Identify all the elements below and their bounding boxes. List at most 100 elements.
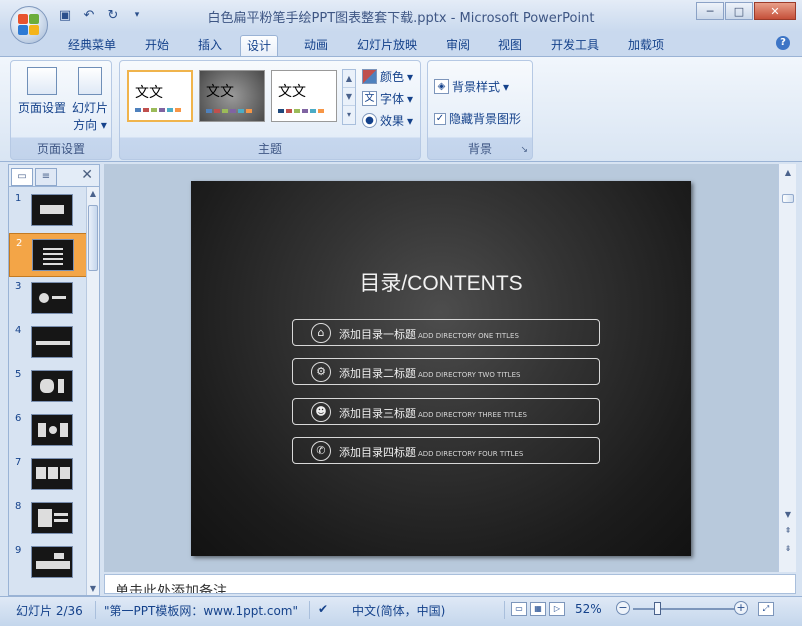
notes-pane[interactable]: 单击此处添加备注: [104, 574, 796, 594]
dialog-launcher-icon[interactable]: ↘: [520, 145, 528, 155]
fit-to-window-icon[interactable]: ⤢: [758, 602, 774, 616]
background-group: ◈ 背景样式 ▾ ✓ 隐藏背景图形 背景 ↘: [427, 60, 533, 160]
scroll-down-icon[interactable]: ▼: [87, 584, 99, 593]
slide-thumb-7[interactable]: 7: [9, 453, 87, 497]
thumbnail-scrollbar[interactable]: ▲ ▼: [86, 187, 99, 595]
theme-thumb-2-text: 文文: [206, 84, 234, 100]
gallery-up-icon[interactable]: ▲: [343, 70, 355, 88]
current-slide[interactable]: 目录/CONTENTS ⌂ 添加目录一标题 ADD DIRECTORY ONE T…: [191, 181, 691, 556]
tab-view[interactable]: 视图: [492, 35, 528, 57]
slides-tab-icon[interactable]: ▭: [11, 168, 33, 186]
gears-icon: ⚙: [311, 362, 331, 382]
tab-addins[interactable]: 加载项: [622, 35, 670, 57]
home-icon: ⌂: [311, 323, 331, 343]
zoom-slider[interactable]: [633, 608, 737, 610]
scroll-up-icon[interactable]: ▲: [779, 168, 797, 177]
directory-item-1[interactable]: ⌂ 添加目录一标题 ADD DIRECTORY ONE TITLES: [292, 319, 600, 346]
tab-slideshow[interactable]: 幻灯片放映: [351, 35, 423, 57]
slide-thumb-8[interactable]: 8: [9, 497, 87, 541]
zoom-level[interactable]: 52%: [575, 602, 602, 616]
tab-review[interactable]: 审阅: [440, 35, 476, 57]
help-icon[interactable]: ?: [776, 36, 790, 50]
tab-classic-menu[interactable]: 经典菜单: [62, 35, 122, 57]
scroll-up-icon[interactable]: ▲: [87, 189, 99, 198]
undo-icon[interactable]: ↶: [80, 6, 98, 24]
slide-sorter-view-icon[interactable]: ▦: [530, 602, 546, 616]
page-setup-group: 页面设置 幻灯片 方向 ▾ 页面设置: [10, 60, 112, 160]
slide-thumb-6[interactable]: 6: [9, 409, 87, 453]
scroll-thumb[interactable]: [782, 194, 794, 203]
directory-subtitle: ADD DIRECTORY TWO TITLES: [418, 371, 521, 379]
slide-thumb-5[interactable]: 5: [9, 365, 87, 409]
theme-gallery-scroll: ▲ ▼ ▾: [342, 69, 356, 125]
quick-access-toolbar: ▣ ↶ ↻ ▾: [56, 6, 146, 24]
theme-fonts-label: 字体: [380, 92, 405, 106]
slide-number: 1: [15, 193, 22, 204]
slide-orientation-label: 幻灯片: [71, 101, 108, 115]
tab-developer[interactable]: 开发工具: [545, 35, 605, 57]
slideshow-view-icon[interactable]: ▷: [549, 602, 565, 616]
slide-editing-area: 目录/CONTENTS ⌂ 添加目录一标题 ADD DIRECTORY ONE T…: [104, 164, 778, 572]
themes-group-label: 主题: [257, 142, 282, 156]
scroll-thumb[interactable]: [88, 205, 98, 271]
directory-item-2[interactable]: ⚙ 添加目录二标题 ADD DIRECTORY TWO TITLES: [292, 358, 600, 385]
directory-item-4[interactable]: ✆ 添加目录四标题 ADD DIRECTORY FOUR TITLES: [292, 437, 600, 464]
hide-background-graphics-label: 隐藏背景图形: [449, 112, 522, 126]
themes-group: 文文 文文 文文 ▲ ▼ ▾ 颜色 ▾ 文 字体 ▾ ● 效果 ▾ 主题: [119, 60, 421, 160]
close-panel-icon[interactable]: ✕: [81, 167, 93, 183]
theme-colors-button[interactable]: 颜色 ▾: [362, 68, 413, 85]
theme-thumb-1[interactable]: 文文: [127, 70, 193, 122]
slide-orientation-label-2: 方向: [73, 118, 98, 132]
minimize-button[interactable]: ─: [696, 2, 724, 20]
redo-icon[interactable]: ↻: [104, 6, 122, 24]
directory-title: 添加目录三标题: [339, 407, 416, 420]
directory-subtitle: ADD DIRECTORY FOUR TITLES: [418, 450, 524, 458]
theme-name: "第一PPT模板网：www.1ppt.com": [104, 604, 299, 618]
notes-placeholder: 单击此处添加备注: [115, 584, 227, 594]
directory-item-3[interactable]: ☻ 添加目录三标题 ADD DIRECTORY THREE TITLES: [292, 398, 600, 425]
slide-thumb-9[interactable]: 9: [9, 541, 87, 585]
language-indicator[interactable]: 中文(简体，中国): [352, 602, 445, 619]
theme-effects-button[interactable]: ● 效果 ▾: [362, 112, 413, 129]
slide-thumb-1[interactable]: 1: [9, 189, 87, 233]
slide-thumb-2[interactable]: 2: [9, 233, 87, 277]
zoom-in-icon[interactable]: +: [734, 601, 748, 615]
previous-slide-icon[interactable]: ⇞: [779, 526, 797, 535]
zoom-out-icon[interactable]: −: [616, 601, 630, 615]
scroll-down-icon[interactable]: ▼: [779, 510, 797, 519]
save-icon[interactable]: ▣: [56, 6, 74, 24]
maximize-button[interactable]: □: [725, 2, 753, 20]
gallery-down-icon[interactable]: ▼: [343, 88, 355, 106]
slide-title[interactable]: 目录/CONTENTS: [191, 267, 691, 297]
normal-view-icon[interactable]: ▭: [511, 602, 527, 616]
slide-number: 8: [15, 501, 22, 512]
directory-subtitle: ADD DIRECTORY THREE TITLES: [418, 411, 527, 419]
background-styles-button[interactable]: ◈ 背景样式 ▾: [434, 78, 509, 95]
slide-thumbnail-panel: ▭ ≡ ✕ 1 2 3 4 5 6 7 8 9 ▲ ▼: [8, 164, 100, 596]
spellcheck-icon[interactable]: ✔: [318, 602, 328, 616]
slide-scrollbar[interactable]: ▲ ▼ ⇞ ⇟: [778, 164, 796, 572]
page-setup-label: 页面设置: [17, 101, 66, 115]
theme-thumb-3[interactable]: 文文: [271, 70, 337, 122]
slide-thumb-4[interactable]: 4: [9, 321, 87, 365]
gallery-more-icon[interactable]: ▾: [343, 106, 355, 124]
office-button[interactable]: [10, 6, 48, 44]
colors-icon: [362, 69, 377, 84]
outline-tab-icon[interactable]: ≡: [35, 168, 57, 186]
tab-home[interactable]: 开始: [139, 35, 175, 57]
directory-title: 添加目录二标题: [339, 367, 416, 380]
close-button[interactable]: ✕: [754, 2, 796, 20]
zoom-slider-handle[interactable]: [654, 602, 661, 615]
customize-icon[interactable]: ▾: [128, 6, 146, 24]
hide-background-graphics-checkbox[interactable]: ✓ 隐藏背景图形: [434, 110, 521, 127]
tab-design[interactable]: 设计: [240, 35, 279, 57]
page-setup-button[interactable]: 页面设置: [17, 67, 67, 116]
slide-orientation-button[interactable]: 幻灯片 方向 ▾: [69, 67, 111, 133]
tab-insert[interactable]: 插入: [192, 35, 228, 57]
theme-fonts-button[interactable]: 文 字体 ▾: [362, 90, 413, 107]
tab-animation[interactable]: 动画: [298, 35, 334, 57]
theme-thumb-2[interactable]: 文文: [199, 70, 265, 122]
next-slide-icon[interactable]: ⇟: [779, 544, 797, 553]
slide-orientation-icon: [78, 67, 102, 95]
slide-thumb-3[interactable]: 3: [9, 277, 87, 321]
